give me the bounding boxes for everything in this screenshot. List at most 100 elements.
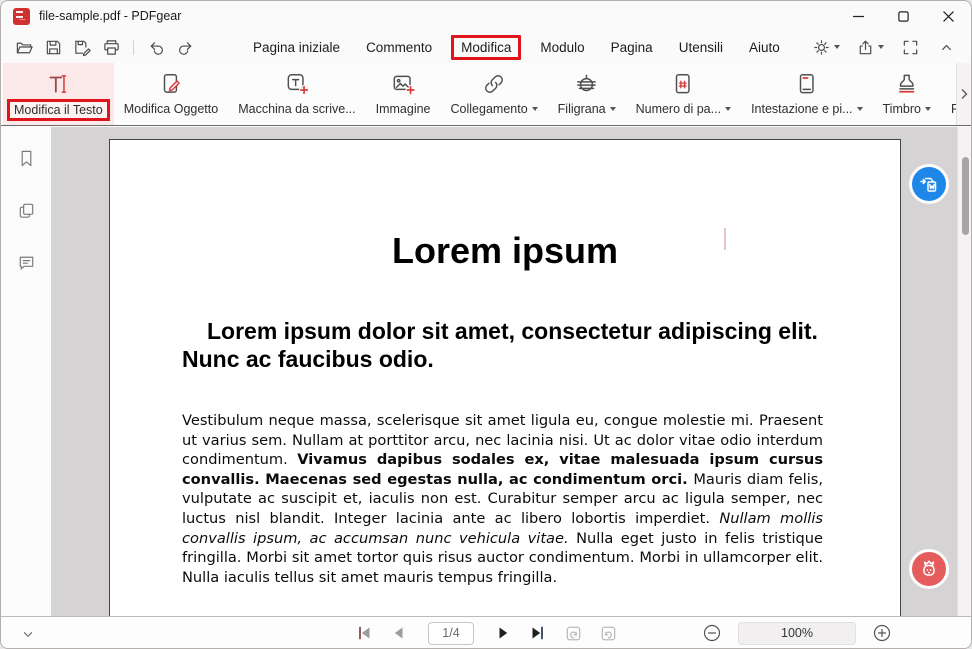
status-bar: 1/4 100% <box>1 616 971 648</box>
pages-panel-button[interactable] <box>13 197 39 223</box>
title-bar: file-sample.pdf - PDFgear <box>1 1 971 31</box>
minimize-icon <box>853 11 864 22</box>
window-controls <box>836 1 971 31</box>
menu-aiuto[interactable]: Aiuto <box>749 38 780 57</box>
first-page-icon <box>354 623 374 643</box>
close-icon <box>943 11 954 22</box>
zoom-in-icon <box>871 622 893 644</box>
next-page-button[interactable] <box>489 620 517 646</box>
pdf-subheading[interactable]: Lorem ipsum dolor sit amet, consectetur … <box>182 318 823 373</box>
pdf-heading[interactable]: Lorem ipsum <box>110 230 900 272</box>
menu-modifica[interactable]: Modifica <box>451 35 521 60</box>
tool-label: Timbro <box>883 102 921 116</box>
page-number-icon <box>670 71 696 97</box>
ai-assistant-button[interactable] <box>909 549 949 589</box>
minimize-button[interactable] <box>836 1 881 31</box>
last-page-icon <box>528 623 548 643</box>
last-page-button[interactable] <box>524 620 552 646</box>
tool-numero-di-pagina[interactable]: Numero di pa... <box>626 63 741 125</box>
comments-panel-button[interactable] <box>13 249 39 275</box>
comment-icon <box>16 252 37 273</box>
menu-pagina[interactable]: Pagina <box>611 38 653 57</box>
rotate-left-button[interactable] <box>559 620 587 646</box>
theme-icon <box>812 38 831 57</box>
quick-access-toolbar <box>11 34 198 60</box>
link-icon <box>481 71 507 97</box>
watermark-icon <box>574 71 600 97</box>
print-icon <box>102 38 121 57</box>
dropdown-caret-icon <box>857 107 863 111</box>
zoom-in-button[interactable] <box>869 620 895 646</box>
tool-label: Modifica il Testo <box>14 103 103 117</box>
previous-page-button[interactable] <box>385 620 413 646</box>
dropdown-caret-icon <box>532 107 538 111</box>
tool-modifica-oggetto[interactable]: Modifica Oggetto <box>114 63 229 125</box>
print-button[interactable] <box>98 34 124 60</box>
collapse-ribbon-button[interactable] <box>933 34 959 60</box>
zoom-controls: 100% <box>699 617 895 649</box>
menu-commento[interactable]: Commento <box>366 38 432 57</box>
tool-immagine[interactable]: Immagine <box>366 63 441 125</box>
document-viewer[interactable]: Lorem ipsum Lorem ipsum dolor sit amet, … <box>51 127 971 616</box>
page-navigation: 1/4 <box>350 617 622 649</box>
rotate-right-icon <box>598 623 619 644</box>
menu-row: Pagina iniziale Commento Modifica Modulo… <box>1 31 971 63</box>
save-as-button[interactable] <box>69 34 95 60</box>
text-edit-cursor <box>724 228 726 250</box>
bookmark-icon <box>16 148 37 169</box>
pdf-to-word-icon <box>917 172 941 196</box>
pdf-paragraph[interactable]: Vestibulum neque massa, scelerisque sit … <box>182 411 823 587</box>
tool-collegamento[interactable]: Collegamento <box>441 63 548 125</box>
convert-to-word-button[interactable] <box>909 164 949 204</box>
tool-macchina-da-scrivere[interactable]: Macchina da scrive... <box>228 63 365 125</box>
zoom-out-icon <box>701 622 723 644</box>
dropdown-caret-icon <box>725 107 731 111</box>
zoom-out-button[interactable] <box>699 620 725 646</box>
edit-text-icon <box>45 71 71 97</box>
menu-pagina-iniziale[interactable]: Pagina iniziale <box>253 38 340 57</box>
zoom-level-display[interactable]: 100% <box>738 622 856 645</box>
rotate-right-button[interactable] <box>594 620 622 646</box>
tool-label: Immagine <box>376 102 431 116</box>
bookmarks-panel-button[interactable] <box>13 145 39 171</box>
scrollbar-thumb[interactable] <box>962 157 969 235</box>
redo-icon <box>176 38 195 57</box>
vertical-scrollbar[interactable] <box>957 127 971 616</box>
tool-filigrana[interactable]: Filigrana <box>548 63 626 125</box>
undo-icon <box>147 38 166 57</box>
menu-modulo[interactable]: Modulo <box>540 38 584 57</box>
tool-timbro[interactable]: Timbro <box>873 63 941 125</box>
rotate-left-icon <box>563 623 584 644</box>
pages-icon <box>16 200 37 221</box>
open-icon <box>15 38 34 57</box>
save-button[interactable] <box>40 34 66 60</box>
ribbon-toolbar: Modifica il Testo Modifica Oggetto Macch… <box>1 63 971 126</box>
theme-button[interactable] <box>809 34 843 60</box>
menu-row-right <box>809 34 959 60</box>
chevron-down-icon <box>19 625 37 643</box>
menu-bar: Pagina iniziale Commento Modifica Modulo… <box>253 37 780 58</box>
open-file-button[interactable] <box>11 34 37 60</box>
menu-utensili[interactable]: Utensili <box>679 38 723 57</box>
header-footer-icon <box>794 71 820 97</box>
pdf-page[interactable]: Lorem ipsum Lorem ipsum dolor sit amet, … <box>109 139 901 616</box>
chevron-up-icon <box>937 38 956 57</box>
collapse-sidebar-button[interactable] <box>15 621 41 647</box>
export-button[interactable] <box>853 34 887 60</box>
stamp-icon <box>894 71 920 97</box>
first-page-button[interactable] <box>350 620 378 646</box>
redo-button[interactable] <box>172 34 198 60</box>
tool-intestazione-e-pie[interactable]: Intestazione e pi... <box>741 63 872 125</box>
close-button[interactable] <box>926 1 971 31</box>
tool-modifica-il-testo[interactable]: Modifica il Testo <box>3 63 114 125</box>
save-as-icon <box>73 38 92 57</box>
toolbar-overflow-button[interactable] <box>956 63 971 125</box>
undo-button[interactable] <box>143 34 169 60</box>
next-page-icon <box>493 623 513 643</box>
page-indicator-input[interactable]: 1/4 <box>428 622 474 645</box>
tool-label: Macchina da scrive... <box>238 102 355 116</box>
fullscreen-button[interactable] <box>897 34 923 60</box>
fullscreen-icon <box>901 38 920 57</box>
toolbar-separator <box>133 40 134 55</box>
maximize-button[interactable] <box>881 1 926 31</box>
